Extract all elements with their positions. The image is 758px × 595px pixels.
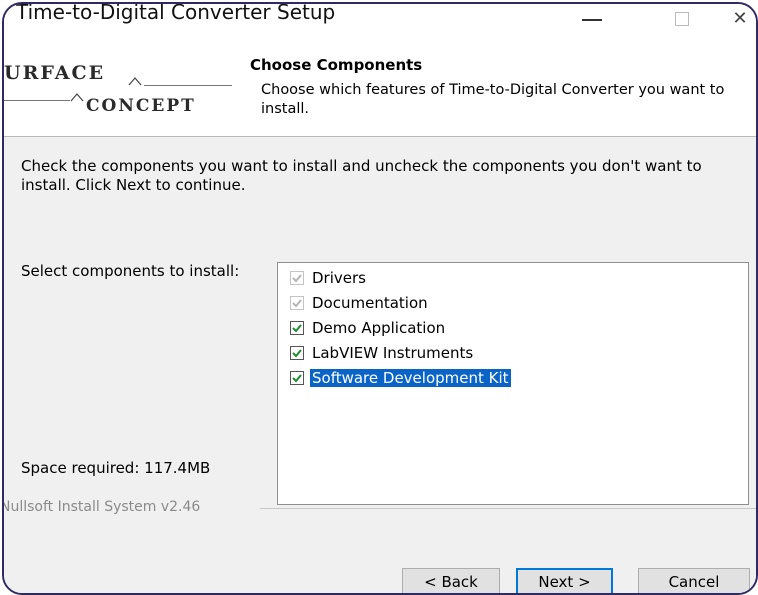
- component-label: Documentation: [312, 294, 428, 312]
- branding-divider: [260, 508, 756, 509]
- back-button[interactable]: < Back: [402, 568, 500, 593]
- close-button[interactable]: ✕: [718, 4, 756, 34]
- surface-concept-logo: URFACE CONCEPT: [4, 52, 234, 122]
- logo-rule: [4, 100, 70, 101]
- logo-text-line2: CONCEPT: [86, 96, 196, 116]
- checkmark-icon: [292, 349, 302, 358]
- page-subtitle: Choose which features of Time-to-Digital…: [261, 82, 725, 117]
- sdk-checkbox[interactable]: [290, 371, 304, 385]
- maximize-icon: [675, 12, 689, 26]
- header-banner: URFACE CONCEPT Choose Components Choose …: [4, 38, 756, 137]
- nsis-branding: Nullsoft Install System v2.46: [2, 499, 201, 515]
- component-item-drivers[interactable]: Drivers: [290, 267, 368, 289]
- component-item-sdk[interactable]: Software Development Kit: [290, 367, 511, 389]
- checkmark-icon: [292, 299, 302, 308]
- next-button[interactable]: Next >: [516, 568, 613, 593]
- component-label-selected: Software Development Kit: [310, 369, 511, 387]
- window-title: Time-to-Digital Converter Setup: [16, 2, 336, 24]
- close-icon: ✕: [732, 8, 748, 29]
- minimize-icon: [582, 19, 602, 21]
- logo-text-line1: URFACE: [4, 62, 106, 84]
- component-item-demo-application[interactable]: Demo Application: [290, 317, 447, 339]
- checkmark-icon: [292, 374, 302, 383]
- checkmark-icon: [292, 274, 302, 283]
- component-item-documentation[interactable]: Documentation: [290, 292, 430, 314]
- drivers-checkbox[interactable]: [290, 271, 304, 285]
- body-panel: Check the components you want to install…: [4, 137, 756, 593]
- instructions-text: Check the components you want to install…: [21, 157, 702, 194]
- logo-caret-icon: [70, 93, 84, 102]
- select-components-label: Select components to install:: [21, 262, 240, 280]
- title-bar[interactable]: Time-to-Digital Converter Setup ✕: [4, 4, 756, 38]
- logo-caret-icon: [128, 77, 142, 86]
- checkmark-icon: [292, 324, 302, 333]
- setup-window: Time-to-Digital Converter Setup ✕ URFACE…: [2, 2, 758, 595]
- demo-application-checkbox[interactable]: [290, 321, 304, 335]
- components-list[interactable]: Drivers Documentation Demo Application L…: [277, 262, 749, 505]
- maximize-button[interactable]: [660, 4, 704, 34]
- documentation-checkbox[interactable]: [290, 296, 304, 310]
- component-item-labview-instruments[interactable]: LabVIEW Instruments: [290, 342, 475, 364]
- page-title: Choose Components: [250, 56, 423, 74]
- cancel-button[interactable]: Cancel: [638, 568, 750, 593]
- component-label: Demo Application: [312, 319, 446, 337]
- component-label: LabVIEW Instruments: [312, 344, 474, 362]
- component-label: Drivers: [312, 269, 366, 287]
- space-required-label: Space required: 117.4MB: [21, 459, 211, 477]
- labview-instruments-checkbox[interactable]: [290, 346, 304, 360]
- logo-rule: [144, 85, 232, 86]
- minimize-button[interactable]: [570, 4, 614, 34]
